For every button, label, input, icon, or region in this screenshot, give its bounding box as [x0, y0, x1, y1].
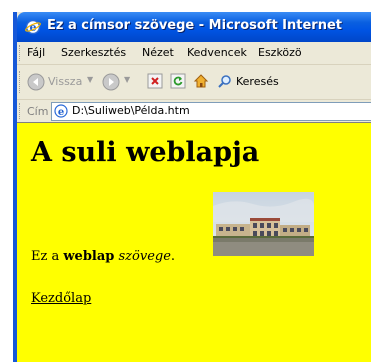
- menu-bar: Fájl Szerkesztés Nézet Kedvencek Eszközö: [17, 42, 371, 65]
- menu-file[interactable]: Fájl: [27, 46, 45, 59]
- toolbar-grip[interactable]: [19, 71, 23, 93]
- search-label: Keresés: [236, 75, 279, 88]
- search-icon: [218, 75, 231, 88]
- paragraph-suffix: .: [170, 249, 176, 264]
- forward-button[interactable]: ▼: [102, 73, 138, 91]
- ie-icon: e: [25, 19, 41, 35]
- home-link[interactable]: Kezdőlap: [31, 291, 91, 306]
- paragraph-prefix: Ez a: [31, 249, 64, 264]
- back-button[interactable]: Vissza ▼: [27, 73, 95, 91]
- page-content: A suli weblapja Ez a weblap szövege. Kez…: [17, 122, 371, 362]
- home-icon: [193, 74, 209, 88]
- address-label: Cím: [27, 105, 49, 118]
- forward-dropdown-icon: ▼: [124, 75, 131, 84]
- addressbar-grip[interactable]: [19, 103, 23, 119]
- refresh-button[interactable]: [170, 73, 186, 91]
- page-heading: A suli weblapja: [31, 137, 260, 168]
- menu-view[interactable]: Nézet: [142, 46, 174, 59]
- window-title: Ez a címsor szövege - Microsoft Internet: [47, 18, 343, 33]
- address-input[interactable]: e D:\Suliweb\Példa.htm: [51, 102, 371, 121]
- toolbar: Vissza ▼ ▼ Keresés: [17, 65, 371, 100]
- home-button[interactable]: [193, 73, 209, 91]
- back-label: Vissza: [48, 75, 83, 88]
- browser-window: e Ez a címsor szövege - Microsoft Intern…: [13, 12, 371, 362]
- paragraph-italic-word: szövege: [118, 249, 171, 264]
- forward-arrow-icon: [102, 73, 120, 91]
- stop-icon: [147, 73, 163, 89]
- back-dropdown-icon: ▼: [87, 75, 94, 84]
- address-value: D:\Suliweb\Példa.htm: [72, 104, 190, 117]
- title-bar[interactable]: e Ez a címsor szövege - Microsoft Intern…: [17, 12, 371, 42]
- search-button[interactable]: Keresés: [217, 73, 297, 91]
- svg-text:e: e: [58, 107, 64, 118]
- menu-edit[interactable]: Szerkesztés: [61, 46, 126, 59]
- school-building-image: [213, 192, 314, 256]
- stop-button[interactable]: [147, 73, 163, 91]
- page-paragraph: Ez a weblap szövege.: [31, 249, 175, 264]
- back-arrow-icon: [27, 73, 45, 91]
- menu-tools[interactable]: Eszközö: [258, 46, 302, 59]
- menubar-grip[interactable]: [19, 45, 23, 61]
- menu-favorites[interactable]: Kedvencek: [187, 46, 247, 59]
- refresh-icon: [170, 73, 186, 89]
- address-bar: Cím e D:\Suliweb\Példa.htm: [17, 100, 371, 123]
- paragraph-bold-word: weblap: [63, 249, 115, 264]
- page-icon: e: [54, 104, 68, 118]
